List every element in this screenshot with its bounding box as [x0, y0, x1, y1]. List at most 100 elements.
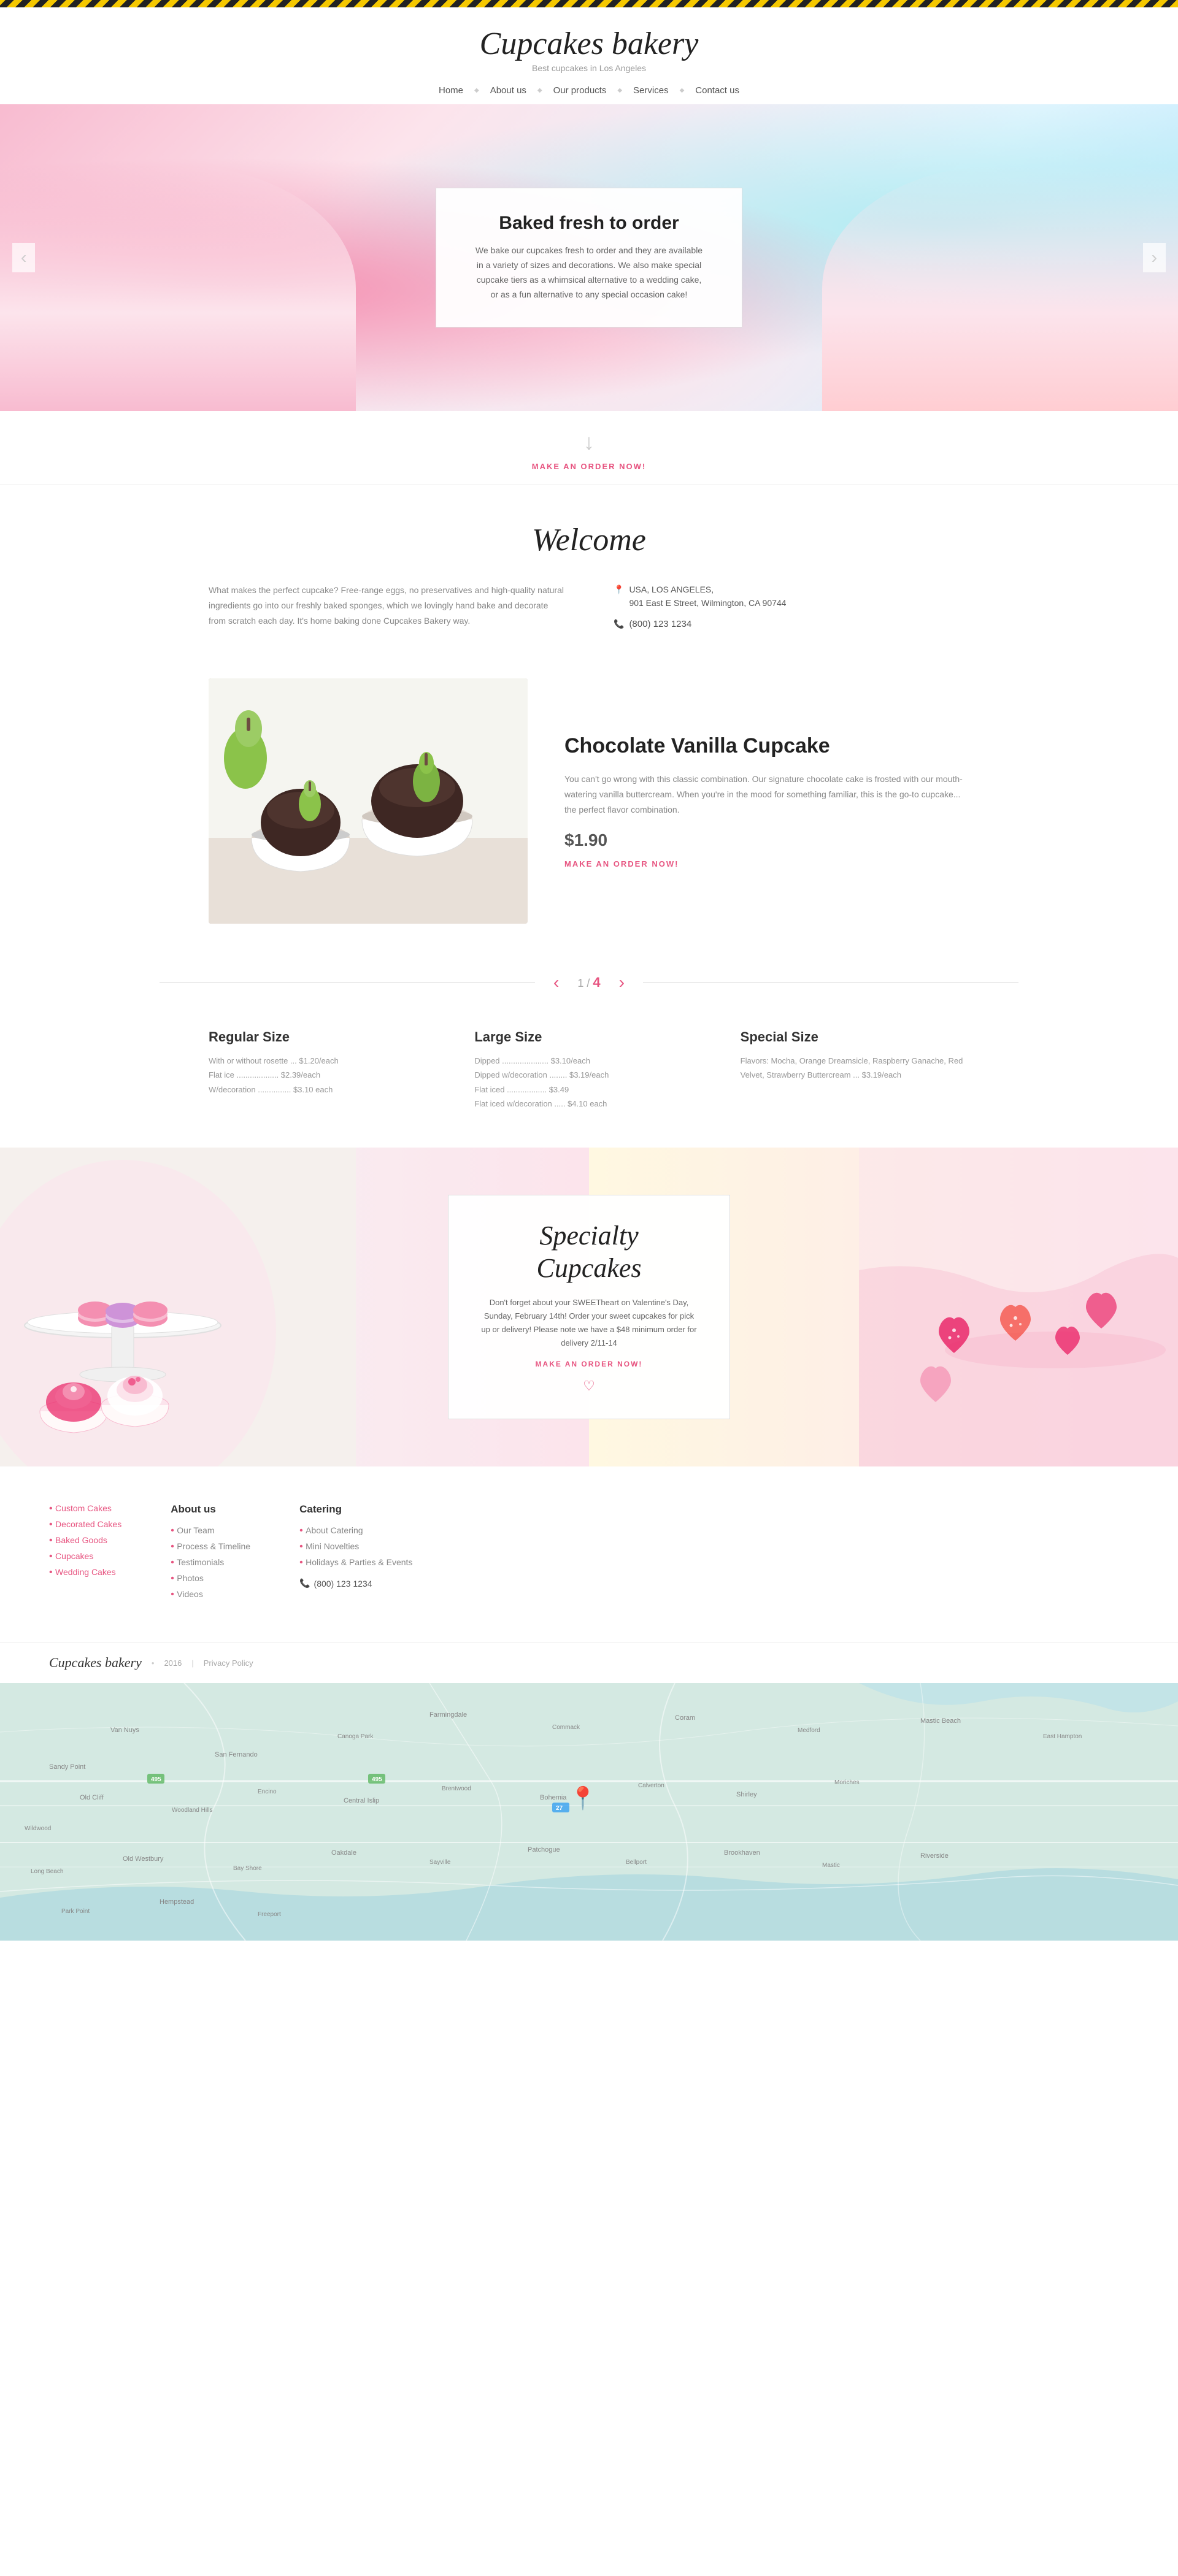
size-large-title: Large Size — [474, 1029, 703, 1045]
footer-our-team-link[interactable]: Our Team — [177, 1525, 214, 1535]
product-info: Chocolate Vanilla Cupcake You can't go w… — [564, 732, 969, 870]
size-large-details: Dipped ..................... $3.10/each … — [474, 1054, 703, 1111]
pagination-separator: / — [587, 977, 593, 989]
svg-text:Bohemia: Bohemia — [540, 1794, 567, 1801]
nav-home[interactable]: Home — [428, 85, 474, 96]
hero-cupcakes-left — [0, 166, 356, 411]
nav-services[interactable]: Services — [622, 85, 680, 96]
size-special-details: Flavors: Mocha, Orange Dreamsicle, Raspb… — [741, 1054, 969, 1083]
product-feature: Chocolate Vanilla Cupcake You can't go w… — [160, 666, 1018, 960]
footer-our-team: Our Team — [171, 1525, 250, 1536]
svg-text:Central Islip: Central Islip — [344, 1797, 379, 1804]
footer-decorated-cakes-link[interactable]: Decorated Cakes — [55, 1519, 121, 1529]
svg-text:Oakdale: Oakdale — [331, 1849, 356, 1857]
site-title: Cupcakes bakery — [12, 26, 1166, 62]
cta-section: ↓ MAKE AN ORDER NOW! — [0, 411, 1178, 485]
svg-text:Bay Shore: Bay Shore — [233, 1865, 262, 1872]
footer-sep-2: | — [191, 1658, 193, 1668]
address-line1: USA, LOS ANGELES, — [629, 585, 714, 594]
make-order-link[interactable]: MAKE AN ORDER NOW! — [532, 462, 646, 471]
footer-baked-goods: Baked Goods — [49, 1535, 121, 1546]
nav-about[interactable]: About us — [479, 85, 537, 96]
specialty-section: Specialty Cupcakes Don't forget about yo… — [0, 1148, 1178, 1466]
footer-col-products: Custom Cakes Decorated Cakes Baked Goods… — [49, 1503, 121, 1605]
footer-photos-link[interactable]: Photos — [177, 1573, 204, 1583]
footer-year: 2016 — [164, 1658, 182, 1668]
footer-col-about: About us Our Team Process & Timeline Tes… — [171, 1503, 250, 1605]
sizes-section: Regular Size With or without rosette ...… — [160, 1017, 1018, 1148]
hero-next-button[interactable]: › — [1143, 243, 1166, 272]
footer-privacy-link[interactable]: Privacy Policy — [204, 1658, 253, 1668]
footer-cupcakes-link[interactable]: Cupcakes — [55, 1551, 93, 1561]
arrow-down-icon: ↓ — [12, 429, 1166, 455]
welcome-title: Welcome — [209, 522, 969, 558]
svg-text:Sandy Point: Sandy Point — [49, 1763, 85, 1771]
svg-text:Woodland Hills: Woodland Hills — [172, 1807, 213, 1814]
svg-text:Farmingdale: Farmingdale — [429, 1711, 467, 1719]
nav-dot-3: ◆ — [617, 87, 622, 94]
specialty-title: Specialty Cupcakes — [479, 1220, 699, 1285]
size-large: Large Size Dipped ..................... … — [474, 1029, 703, 1111]
nav-dot-2: ◆ — [537, 87, 542, 94]
svg-text:Patchogue: Patchogue — [528, 1846, 560, 1853]
footer-phone-block: 📞 (800) 123 1234 — [299, 1578, 412, 1589]
pagination-current: 1 — [577, 977, 583, 989]
address-block: 📍 USA, LOS ANGELES, 901 East E Street, W… — [614, 583, 969, 610]
nav-products[interactable]: Our products — [542, 85, 618, 96]
site-header: Cupcakes bakery Best cupcakes in Los Ang… — [0, 7, 1178, 79]
footer-about-catering-link[interactable]: About Catering — [306, 1525, 363, 1535]
footer-col-catering: Catering About Catering Mini Novelties H… — [299, 1503, 412, 1605]
footer-process-timeline-link[interactable]: Process & Timeline — [177, 1541, 250, 1551]
size-regular-title: Regular Size — [209, 1029, 437, 1045]
hero-prev-button[interactable]: ‹ — [12, 243, 35, 272]
svg-text:Commack: Commack — [552, 1724, 580, 1731]
footer-phone-number: (800) 123 1234 — [314, 1579, 372, 1589]
footer-bottom: Cupcakes bakery • 2016 | Privacy Policy — [0, 1642, 1178, 1683]
footer-catering-title: Catering — [299, 1503, 412, 1516]
svg-text:27: 27 — [556, 1805, 563, 1812]
pagination-next[interactable]: › — [619, 973, 625, 992]
footer-holidays-link[interactable]: Holidays & Parties & Events — [306, 1557, 412, 1567]
map-bg: Sandy Point Van Nuys San Fernando Canoga… — [0, 1683, 1178, 1941]
product-image — [209, 678, 528, 924]
site-subtitle: Best cupcakes in Los Angeles — [12, 63, 1166, 73]
footer-custom-cakes-link[interactable]: Custom Cakes — [55, 1503, 112, 1513]
pagination: ‹ 1 / 4 › — [160, 960, 1018, 1017]
footer-baked-goods-link[interactable]: Baked Goods — [55, 1535, 107, 1545]
pagination-prev[interactable]: ‹ — [553, 973, 559, 992]
hero-description: We bake our cupcakes fresh to order and … — [473, 243, 705, 302]
specialty-left-image — [0, 1148, 356, 1466]
footer-brand: Cupcakes bakery — [49, 1655, 142, 1671]
footer-videos-link[interactable]: Videos — [177, 1589, 203, 1599]
svg-text:Medford: Medford — [798, 1727, 820, 1734]
hero-cupcakes-right — [822, 166, 1178, 411]
svg-text:Coram: Coram — [675, 1714, 695, 1722]
pagination-line-right — [643, 982, 1018, 983]
svg-text:Sayville: Sayville — [429, 1859, 451, 1866]
svg-text:Van Nuys: Van Nuys — [110, 1727, 139, 1734]
svg-text:Old Cliff: Old Cliff — [80, 1794, 104, 1801]
svg-text:Shirley: Shirley — [736, 1791, 757, 1798]
hero-box: Baked fresh to order We bake our cupcake… — [436, 188, 742, 327]
svg-text:Park Point: Park Point — [61, 1908, 90, 1915]
footer-phone-icon: 📞 — [299, 1578, 310, 1589]
footer-catering-list: About Catering Mini Novelties Holidays &… — [299, 1525, 412, 1568]
svg-text:Bellport: Bellport — [626, 1859, 647, 1866]
product-order-link[interactable]: MAKE AN ORDER NOW! — [564, 859, 679, 868]
hero-section: ‹ Baked fresh to order We bake our cupca… — [0, 104, 1178, 411]
specialty-order-link[interactable]: MAKE AN ORDER NOW! — [479, 1360, 699, 1368]
product-name: Chocolate Vanilla Cupcake — [564, 732, 969, 759]
phone-number: (800) 123 1234 — [629, 619, 691, 629]
footer-testimonials-link[interactable]: Testimonials — [177, 1557, 224, 1567]
specialty-box: Specialty Cupcakes Don't forget about yo… — [448, 1195, 730, 1419]
svg-text:Mastic Beach: Mastic Beach — [920, 1717, 961, 1725]
svg-text:Encino: Encino — [258, 1788, 277, 1795]
footer-wedding-cakes-link[interactable]: Wedding Cakes — [55, 1567, 116, 1577]
footer-products-list: Custom Cakes Decorated Cakes Baked Goods… — [49, 1503, 121, 1578]
footer-decorated-cakes: Decorated Cakes — [49, 1519, 121, 1530]
nav-contact[interactable]: Contact us — [684, 85, 750, 96]
address-line2: 901 East E Street, Wilmington, CA 90744 — [629, 598, 786, 608]
footer-mini-novelties-link[interactable]: Mini Novelties — [306, 1541, 359, 1551]
map-svg: Sandy Point Van Nuys San Fernando Canoga… — [0, 1683, 1178, 1941]
svg-text:Calverton: Calverton — [638, 1782, 664, 1789]
